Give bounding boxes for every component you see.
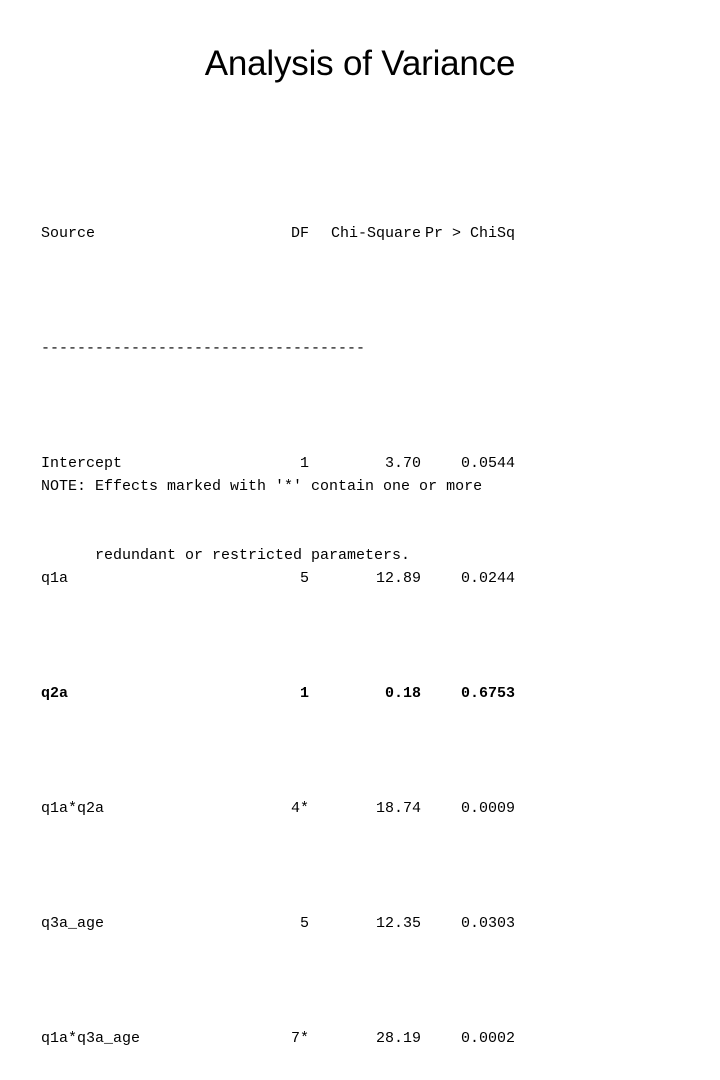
cell-source: q1a*q2a xyxy=(41,800,105,817)
cell-df: 4* xyxy=(290,800,309,817)
column-header-chi-square: Chi-Square xyxy=(330,225,421,242)
cell-source: q2a xyxy=(41,685,69,702)
cell-df: 7* xyxy=(290,1030,309,1047)
cell-pr-chisq: 0.6753 xyxy=(460,685,515,702)
table-separator-line: ------------------------------------ xyxy=(41,340,366,357)
cell-pr-chisq: 0.0303 xyxy=(460,915,515,932)
cell-df: 1 xyxy=(299,685,309,702)
cell-source: q3a_age xyxy=(41,915,105,932)
column-header-df: DF xyxy=(290,225,309,242)
column-header-pr-chisq: Pr > ChiSq xyxy=(424,225,515,242)
page-title: Analysis of Variance xyxy=(204,44,516,83)
cell-chi-square: 18.74 xyxy=(375,800,421,817)
cell-chi-square: 12.35 xyxy=(375,915,421,932)
cell-df: 5 xyxy=(299,915,309,932)
column-header-source: Source xyxy=(41,225,96,242)
cell-pr-chisq: 0.0002 xyxy=(460,1030,515,1047)
table-row: q2a 1 0.18 0.6753 xyxy=(41,682,515,705)
table-header-row: Source DF Chi-Square Pr > ChiSq xyxy=(41,222,515,245)
cell-pr-chisq: 0.0009 xyxy=(460,800,515,817)
cell-source: q1a*q3a_age xyxy=(41,1030,141,1047)
table-row: q1a*q3a_age 7* 28.19 0.0002 xyxy=(41,1027,515,1050)
slide-canvas: Analysis of Variance Source DF Chi-Square P… xyxy=(0,0,720,1047)
cell-chi-square: 28.19 xyxy=(375,1030,421,1047)
cell-chi-square: 0.18 xyxy=(384,685,421,702)
footnote-line-2: redundant or restricted parameters. xyxy=(41,547,411,564)
table-row: q3a_age 5 12.35 0.0303 xyxy=(41,912,515,935)
table-row: q1a*q2a 4* 18.74 0.0009 xyxy=(41,797,515,820)
footnote-line-1: NOTE: Effects marked with '*' contain on… xyxy=(41,478,483,495)
footnote: NOTE: Effects marked with '*' contain on… xyxy=(41,429,482,613)
